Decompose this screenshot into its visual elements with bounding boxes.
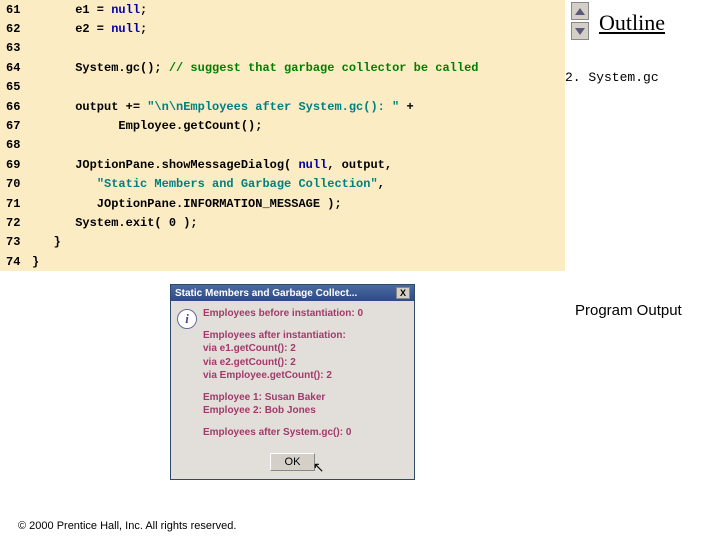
code-line: } (32, 235, 61, 249)
code-line: System.gc(); // suggest that garbage col… (32, 61, 478, 75)
message-dialog: Static Members and Garbage Collect... X … (170, 284, 415, 480)
code-listing: 61 e1 = null; 62 e2 = null; 63 64 System… (0, 0, 565, 271)
lineno: 69 (0, 158, 32, 172)
lineno: 63 (0, 41, 32, 55)
nav-down-button[interactable] (571, 22, 589, 40)
ok-button[interactable]: OK ↖ (270, 453, 316, 471)
outline-annotation: 2. System.gc (565, 70, 659, 85)
lineno: 71 (0, 197, 32, 211)
nav-up-button[interactable] (571, 2, 589, 20)
lineno: 61 (0, 3, 32, 17)
arrow-up-icon (575, 8, 585, 15)
code-line: System.exit( 0 ); (32, 216, 198, 230)
dialog-title-text: Static Members and Garbage Collect... (175, 288, 357, 299)
outline-heading: Outline (599, 10, 665, 36)
code-line: Employee.getCount(); (32, 119, 262, 133)
lineno: 68 (0, 138, 32, 152)
cursor-icon: ↖ (313, 459, 325, 476)
dialog-close-button[interactable]: X (396, 287, 410, 299)
dialog-titlebar: Static Members and Garbage Collect... X (171, 285, 414, 301)
dialog-message: Employees before instantiation: 0 Employ… (203, 307, 363, 447)
info-icon: i (177, 307, 203, 447)
right-panel: Outline 2. System.gc (565, 0, 720, 42)
lineno: 66 (0, 100, 32, 114)
code-line: e2 = null; (32, 22, 147, 36)
copyright-footer: © 2000 Prentice Hall, Inc. All rights re… (18, 520, 236, 532)
code-line: e1 = null; (32, 3, 147, 17)
lineno: 62 (0, 22, 32, 36)
arrow-down-icon (575, 28, 585, 35)
lineno: 65 (0, 80, 32, 94)
lineno: 64 (0, 61, 32, 75)
lineno: 73 (0, 235, 32, 249)
lineno: 72 (0, 216, 32, 230)
lineno: 67 (0, 119, 32, 133)
code-line: JOptionPane.showMessageDialog( null, out… (32, 158, 392, 172)
code-line: output += "\n\nEmployees after System.gc… (32, 100, 414, 114)
code-line: } (32, 255, 39, 269)
lineno: 70 (0, 177, 32, 191)
code-line: "Static Members and Garbage Collection", (32, 177, 385, 191)
program-output-label: Program Output (575, 302, 682, 319)
code-line: JOptionPane.INFORMATION_MESSAGE ); (32, 197, 342, 211)
lineno: 74 (0, 255, 32, 269)
